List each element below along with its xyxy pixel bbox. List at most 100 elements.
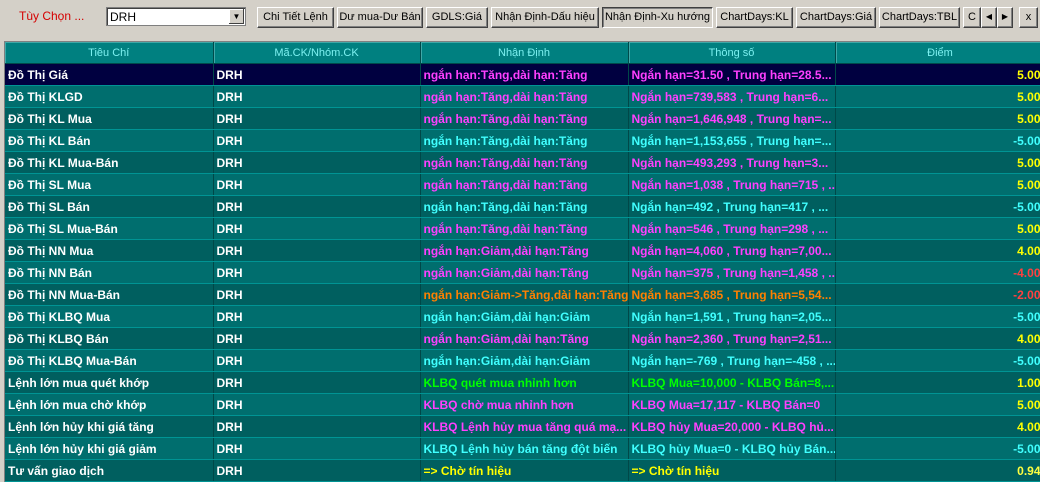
symbol-cell[interactable]: DRH xyxy=(213,129,421,152)
assessment-cell[interactable]: => Chờ tín hiệu xyxy=(420,459,629,482)
assessment-cell[interactable]: ngắn hạn:Tăng,dài hạn:Tăng xyxy=(420,85,629,108)
table-row[interactable]: Đồ Thị KLBQ Mua-Bán DRH ngắn hạn:Giảm,dài … xyxy=(5,349,1040,372)
params-cell[interactable]: Ngắn hạn=4,060 , Trung hạn=7,00... xyxy=(628,239,836,262)
score-cell[interactable]: 5.00 xyxy=(835,217,1040,240)
params-cell[interactable]: Ngắn hạn=3,685 , Trung hạn=5,54... xyxy=(628,283,836,306)
score-cell[interactable]: 4.00 xyxy=(835,327,1040,350)
table-row[interactable]: Đồ Thị NN Bán DRH ngắn hạn:Giảm,dài hạn:Tă… xyxy=(5,261,1040,284)
assessment-cell[interactable]: ngắn hạn:Tăng,dài hạn:Tăng xyxy=(420,151,629,174)
symbol-cell[interactable]: DRH xyxy=(213,107,421,130)
criteria-cell[interactable]: Đồ Thị KL Mua xyxy=(5,107,214,130)
symbol-cell[interactable]: DRH xyxy=(213,63,421,86)
col-header-params[interactable]: Thông số xyxy=(628,42,836,64)
table-row[interactable]: Đồ Thị KLGD DRH ngắn hạn:Tăng,dài hạn:Tăng… xyxy=(5,85,1040,108)
table-row[interactable]: Lệnh lớn mua quét khớp DRH KLBQ quét mua n… xyxy=(5,371,1040,394)
criteria-cell[interactable]: Đồ Thị KLBQ Bán xyxy=(5,327,214,350)
symbol-cell[interactable]: DRH xyxy=(213,173,421,196)
score-cell[interactable]: -5.00 xyxy=(835,349,1040,372)
table-row[interactable]: Đồ Thị KL Mua-Bán DRH ngắn hạn:Tăng,dài hạ… xyxy=(5,151,1040,174)
assessment-cell[interactable]: KLBQ quét mua nhỉnh hơn xyxy=(420,371,629,394)
criteria-cell[interactable]: Lệnh lớn mua chờ khớp xyxy=(5,393,214,416)
trend-assessment-button[interactable]: Nhận Định-Xu hướng xyxy=(602,7,713,28)
symbol-cell[interactable]: DRH xyxy=(213,261,421,284)
criteria-cell[interactable]: Đồ Thị NN Bán xyxy=(5,261,214,284)
score-cell[interactable]: -5.00 xyxy=(835,195,1040,218)
close-button[interactable]: x xyxy=(1019,7,1038,28)
assessment-cell[interactable]: ngắn hạn:Tăng,dài hạn:Tăng xyxy=(420,173,629,196)
col-header-score[interactable]: Điểm xyxy=(835,42,1040,64)
chartdays-price-button[interactable]: ChartDays:Giá xyxy=(796,7,876,28)
params-cell[interactable]: Ngắn hạn=546 , Trung hạn=298 , ... xyxy=(628,217,836,240)
params-cell[interactable]: KLBQ Mua=10,000 - KLBQ Bán=8,... xyxy=(628,371,836,394)
signal-assessment-button[interactable]: Nhận Định-Dấu hiệu xyxy=(491,7,599,28)
score-cell[interactable]: 5.00 xyxy=(835,85,1040,108)
assessment-cell[interactable]: KLBQ Lệnh hủy bán tăng đột biến xyxy=(420,437,629,460)
table-row[interactable]: Đồ Thị SL Mua-Bán DRH ngắn hạn:Tăng,dài hạ… xyxy=(5,217,1040,240)
assessment-cell[interactable]: ngắn hạn:Giảm,dài hạn:Tăng xyxy=(420,239,629,262)
chevron-down-icon[interactable]: ▼ xyxy=(228,9,244,24)
symbol-cell[interactable]: DRH xyxy=(213,195,421,218)
criteria-cell[interactable]: Đồ Thị SL Bán xyxy=(5,195,214,218)
table-row[interactable]: Lệnh lớn hủy khi giá giảm DRH KLBQ Lệnh hủ… xyxy=(5,437,1040,460)
scroll-left-icon[interactable]: ◀ xyxy=(981,7,997,28)
criteria-cell[interactable]: Đồ Thị Giá xyxy=(5,63,214,86)
table-row[interactable]: Lệnh lớn hủy khi giá tăng DRH KLBQ Lệnh hủ… xyxy=(5,415,1040,438)
options-label[interactable]: Tùy Chọn ... xyxy=(19,9,84,23)
params-cell[interactable]: Ngắn hạn=1,646,948 , Trung hạn=... xyxy=(628,107,836,130)
assessment-cell[interactable]: ngắn hạn:Giảm->Tăng,dài hạn:Tăng xyxy=(420,283,629,306)
criteria-cell[interactable]: Đồ Thị NN Mua xyxy=(5,239,214,262)
table-row[interactable]: Đồ Thị SL Mua DRH ngắn hạn:Tăng,dài hạn:Tă… xyxy=(5,173,1040,196)
criteria-cell[interactable]: Tư vấn giao dịch xyxy=(5,459,214,482)
col-header-criteria[interactable]: Tiêu Chí xyxy=(5,42,214,64)
criteria-cell[interactable]: Đồ Thị KLGD xyxy=(5,85,214,108)
assessment-cell[interactable]: ngắn hạn:Tăng,dài hạn:Tăng xyxy=(420,107,629,130)
criteria-cell[interactable]: Lệnh lớn hủy khi giá giảm xyxy=(5,437,214,460)
assessment-cell[interactable]: ngắn hạn:Giảm,dài hạn:Tăng xyxy=(420,327,629,350)
chartdays-volume-button[interactable]: ChartDays:KL xyxy=(716,7,793,28)
col-header-assessment[interactable]: Nhận Định xyxy=(420,42,629,64)
chartdays-tbl-button[interactable]: ChartDays:TBL xyxy=(879,7,960,28)
symbol-cell[interactable]: DRH xyxy=(213,151,421,174)
more-tab-button[interactable]: C xyxy=(963,7,981,28)
assessment-cell[interactable]: ngắn hạn:Giảm,dài hạn:Tăng xyxy=(420,261,629,284)
criteria-cell[interactable]: Đồ Thị KL Mua-Bán xyxy=(5,151,214,174)
symbol-value[interactable]: DRH xyxy=(110,10,136,24)
assessment-cell[interactable]: ngắn hạn:Tăng,dài hạn:Tăng xyxy=(420,195,629,218)
symbol-cell[interactable]: DRH xyxy=(213,349,421,372)
score-cell[interactable]: 5.00 xyxy=(835,393,1040,416)
table-row[interactable]: Đồ Thị NN Mua DRH ngắn hạn:Giảm,dài hạn:Tă… xyxy=(5,239,1040,262)
score-cell[interactable]: -4.00 xyxy=(835,261,1040,284)
symbol-cell[interactable]: DRH xyxy=(213,327,421,350)
symbol-cell[interactable]: DRH xyxy=(213,217,421,240)
history-price-button[interactable]: GDLS:Giá xyxy=(426,7,488,28)
params-cell[interactable]: Ngắn hạn=492 , Trung hạn=417 , ... xyxy=(628,195,836,218)
symbol-cell[interactable]: DRH xyxy=(213,85,421,108)
bid-ask-button[interactable]: Dư mua-Dư Bán xyxy=(337,7,423,28)
table-row[interactable]: Đồ Thị SL Bán DRH ngắn hạn:Tăng,dài hạn:Tă… xyxy=(5,195,1040,218)
score-cell[interactable]: -5.00 xyxy=(835,305,1040,328)
params-cell[interactable]: Ngắn hạn=375 , Trung hạn=1,458 , ... xyxy=(628,261,836,284)
table-row[interactable]: Đồ Thị Giá DRH ngắn hạn:Tăng,dài hạn:Tăng N… xyxy=(5,63,1040,86)
symbol-cell[interactable]: DRH xyxy=(213,393,421,416)
score-cell[interactable]: 0.94 xyxy=(835,459,1040,482)
params-cell[interactable]: KLBQ hủy Mua=20,000 - KLBQ hủ... xyxy=(628,415,836,438)
score-cell[interactable]: -5.00 xyxy=(835,129,1040,152)
symbol-cell[interactable]: DRH xyxy=(213,459,421,482)
score-cell[interactable]: -5.00 xyxy=(835,437,1040,460)
params-cell[interactable]: Ngắn hạn=739,583 , Trung hạn=6... xyxy=(628,85,836,108)
params-cell[interactable]: KLBQ Mua=17,117 - KLBQ Bán=0 xyxy=(628,393,836,416)
assessment-cell[interactable]: ngắn hạn:Tăng,dài hạn:Tăng xyxy=(420,63,629,86)
params-cell[interactable]: Ngắn hạn=31.50 , Trung hạn=28.5... xyxy=(628,63,836,86)
assessment-cell[interactable]: ngắn hạn:Tăng,dài hạn:Tăng xyxy=(420,129,629,152)
criteria-cell[interactable]: Lệnh lớn mua quét khớp xyxy=(5,371,214,394)
symbol-cell[interactable]: DRH xyxy=(213,239,421,262)
criteria-cell[interactable]: Đồ Thị NN Mua-Bán xyxy=(5,283,214,306)
assessment-cell[interactable]: ngắn hạn:Tăng,dài hạn:Tăng xyxy=(420,217,629,240)
criteria-cell[interactable]: Đồ Thị SL Mua-Bán xyxy=(5,217,214,240)
assessment-cell[interactable]: ngắn hạn:Giảm,dài hạn:Giảm xyxy=(420,305,629,328)
order-detail-button[interactable]: Chi Tiết Lệnh xyxy=(257,7,334,28)
criteria-cell[interactable]: Đồ Thị SL Mua xyxy=(5,173,214,196)
table-row[interactable]: Đồ Thị NN Mua-Bán DRH ngắn hạn:Giảm->Tăng,… xyxy=(5,283,1040,306)
symbol-combo[interactable]: DRH ▼ xyxy=(106,7,246,26)
params-cell[interactable]: Ngắn hạn=2,360 , Trung hạn=2,51... xyxy=(628,327,836,350)
